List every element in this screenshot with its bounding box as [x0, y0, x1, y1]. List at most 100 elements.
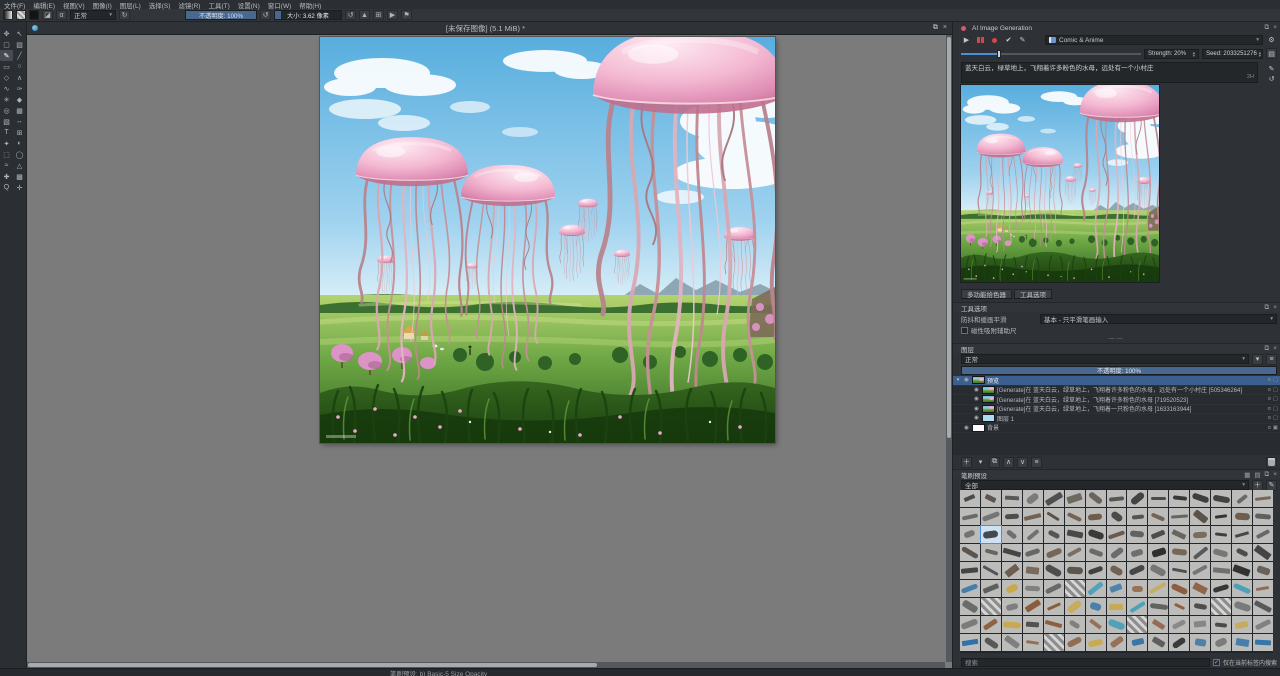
pattern-edit-tool[interactable]: ▦ [13, 105, 26, 116]
brush-preset[interactable] [1232, 562, 1252, 579]
layer-options-icon[interactable]: ≡ [1266, 354, 1277, 365]
pattern-swatch[interactable] [16, 10, 26, 20]
brush-preset[interactable] [1169, 508, 1189, 525]
brush-preset[interactable] [1107, 526, 1127, 543]
gradient-swatch[interactable] [3, 10, 13, 20]
menu-item[interactable]: 窗口(W) [264, 0, 295, 10]
layer-blend-select[interactable]: 正常▾ [961, 354, 1249, 364]
close-docker-icon[interactable]: × [1273, 345, 1277, 353]
brush-preset[interactable] [960, 544, 980, 561]
menu-item[interactable]: 选择(S) [145, 0, 175, 10]
brush-preset[interactable] [1232, 526, 1252, 543]
edit-icon[interactable]: ✎ [1017, 35, 1028, 46]
layer-row[interactable]: ▾◉预览α▢ [953, 376, 1280, 386]
brush-preset[interactable] [1148, 598, 1168, 615]
brush-preset[interactable] [1044, 580, 1064, 597]
contiguous-select-tool[interactable]: ◐ [13, 138, 26, 149]
prompt-textarea[interactable]: 蓝天白云，绿草地上，飞翔着许多粉色的水母，远处有一个小村庄 2H [961, 62, 1258, 83]
blend-mode-select[interactable]: 正常▾ [70, 10, 116, 20]
menu-item[interactable]: 文件(F) [0, 0, 29, 10]
docker-splitter[interactable]: —— [953, 336, 1280, 342]
brush-preset[interactable] [981, 580, 1001, 597]
brush-preset[interactable] [1169, 580, 1189, 597]
brush-preset[interactable] [1190, 616, 1210, 633]
brush-preset[interactable] [1190, 508, 1210, 525]
brush-preset[interactable] [1232, 544, 1252, 561]
close-docker-icon[interactable]: × [1273, 304, 1277, 312]
unlocked-icon[interactable]: ▢ [1273, 387, 1278, 393]
brush-preset[interactable] [1169, 526, 1189, 543]
gradient-tool[interactable]: ▨ [13, 39, 26, 50]
crop-tool[interactable]: ▢ [0, 39, 13, 50]
menu-item[interactable]: 编辑(E) [29, 0, 59, 10]
brush-preset[interactable] [1044, 598, 1064, 615]
flag-icon[interactable]: ⚑ [401, 10, 412, 20]
brush-preset[interactable] [1065, 598, 1085, 615]
freehand-select-tool[interactable]: ≈ [0, 160, 13, 171]
brush-preset[interactable] [1253, 508, 1273, 525]
brush-preset[interactable] [1127, 634, 1147, 651]
brush-preset[interactable] [1190, 544, 1210, 561]
brush-preset[interactable] [1127, 544, 1147, 561]
settings-gear-icon[interactable]: ⚙ [1266, 35, 1277, 46]
smoothing-select[interactable]: 基本 - 只平滑笔画输入▾ [1040, 314, 1277, 324]
brush-preset[interactable] [1253, 616, 1273, 633]
reload-preset-icon[interactable]: ↻ [119, 10, 130, 20]
canvas[interactable] [320, 37, 775, 443]
slider-thumb[interactable] [997, 50, 1001, 58]
brush-preset[interactable] [1002, 490, 1022, 507]
brush-preset[interactable] [1044, 634, 1064, 651]
brush-preset[interactable] [1065, 616, 1085, 633]
brush-preset[interactable] [1086, 580, 1106, 597]
menu-item[interactable]: 图层(L) [116, 0, 145, 10]
brush-preset[interactable] [1211, 562, 1231, 579]
brush-preset[interactable] [981, 598, 1001, 615]
brush-preset[interactable] [1232, 580, 1252, 597]
reset-size-icon[interactable]: ↺ [345, 10, 356, 20]
unlocked-icon[interactable]: ▢ [1273, 406, 1278, 412]
alpha-icon[interactable]: α [1268, 377, 1271, 383]
brush-preset[interactable] [1127, 562, 1147, 579]
brush-preset[interactable] [1190, 634, 1210, 651]
brush-preset[interactable] [960, 616, 980, 633]
brush-preset[interactable] [1065, 508, 1085, 525]
brush-preset[interactable] [1169, 544, 1189, 561]
brush-preset[interactable] [1148, 544, 1168, 561]
strength-spinbox[interactable]: Strength: 20%▴▾ [1144, 49, 1199, 59]
brush-preset[interactable] [1023, 616, 1043, 633]
brush-preset[interactable] [1086, 490, 1106, 507]
brush-preset[interactable] [1211, 490, 1231, 507]
eraser-mode-icon[interactable]: ◪ [42, 10, 53, 20]
brush-preset[interactable] [1169, 490, 1189, 507]
wrap-around-icon[interactable]: ⊞ [373, 10, 384, 20]
brush-preset[interactable] [1148, 508, 1168, 525]
grid-view-icon[interactable]: ▦ [1244, 471, 1250, 479]
brush-preset[interactable] [1107, 634, 1127, 651]
brush-preset[interactable] [1023, 490, 1043, 507]
visibility-eye-icon[interactable]: ◉ [963, 377, 970, 383]
brush-preset[interactable] [1023, 508, 1043, 525]
opacity-slider[interactable]: 不透明度: 100% [185, 10, 257, 20]
brush-preset[interactable] [1211, 580, 1231, 597]
layer-opacity-slider[interactable]: 不透明度: 100% [961, 366, 1277, 375]
brush-preset[interactable] [1107, 598, 1127, 615]
brush-preset[interactable] [981, 616, 1001, 633]
close-docker-icon[interactable]: × [1273, 24, 1277, 32]
multibrush-tool[interactable]: ✳ [0, 94, 13, 105]
style-select[interactable]: Comic & Anime ▾ [1045, 35, 1263, 45]
brush-preset[interactable] [1107, 490, 1127, 507]
brush-preset[interactable] [1148, 526, 1168, 543]
brush-preset[interactable] [1148, 634, 1168, 651]
brush-preset[interactable] [1169, 616, 1189, 633]
brush-preset[interactable] [1002, 634, 1022, 651]
brush-preset[interactable] [1023, 562, 1043, 579]
brush-preset[interactable] [1086, 562, 1106, 579]
assistants-tool[interactable]: ✦ [0, 138, 13, 149]
brush-preset[interactable] [1065, 562, 1085, 579]
record-icon[interactable] [989, 35, 1000, 46]
visibility-eye-icon[interactable]: ◉ [963, 425, 970, 431]
brush-search-input[interactable]: 搜索 [961, 658, 1210, 667]
pan-tool[interactable]: ✛ [13, 182, 26, 193]
brush-preset[interactable] [981, 508, 1001, 525]
bezier-tool[interactable]: ∿ [0, 83, 13, 94]
